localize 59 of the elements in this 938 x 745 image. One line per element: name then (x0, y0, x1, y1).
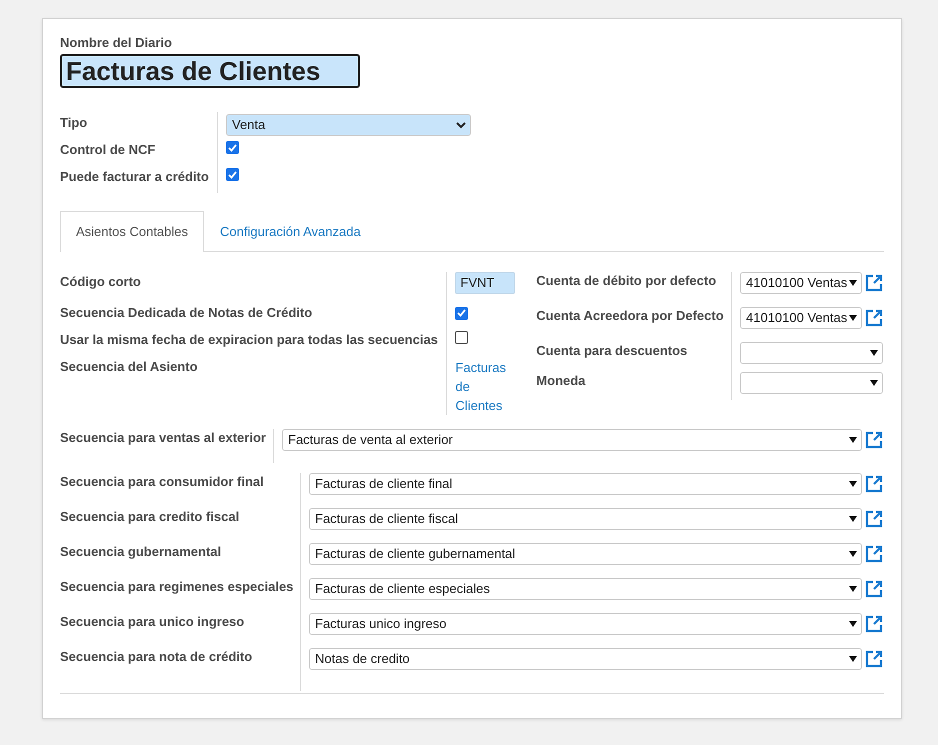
dropdown[interactable]: Notas de credito (309, 648, 862, 670)
field-label: Secuencia del Asiento (60, 358, 199, 376)
external-link-icon[interactable] (864, 544, 884, 564)
tab[interactable]: Configuración Avanzada (204, 211, 377, 252)
field-label: Puede facturar a crédito (60, 168, 210, 186)
dropdown[interactable]: Facturas unico ingreso (309, 613, 862, 635)
field-label: Secuencia gubernamental (60, 543, 222, 561)
name-field[interactable]: Facturas de Clientes (60, 54, 360, 88)
caret-icon (849, 586, 857, 592)
field-label: Nombre del Diario (60, 35, 173, 51)
caret-icon (849, 481, 857, 487)
checkbox[interactable] (226, 168, 239, 181)
code-field[interactable]: FVNT (455, 272, 516, 294)
field-label: Secuencia para regimenes especiales (60, 578, 294, 596)
field-label: Secuencia para nota de crédito (60, 648, 254, 666)
dropdown[interactable]: Facturas de cliente fiscal (309, 508, 862, 530)
dropdown[interactable]: Facturas de cliente final (309, 473, 862, 495)
caret-icon (849, 516, 857, 522)
chevron-icon (456, 122, 466, 128)
dropdown[interactable]: 41010100 Ventas (740, 307, 862, 329)
caret-icon (849, 315, 857, 321)
external-link-icon[interactable] (864, 474, 884, 494)
dropdown[interactable]: Facturas de cliente especiales (309, 578, 862, 600)
field-label: Moneda (536, 372, 586, 390)
caret-icon (849, 437, 857, 443)
sequence-link[interactable]: Facturas de Clientes (455, 358, 516, 415)
field-label: Secuencia para ventas al exterior (60, 429, 267, 447)
field-label: Cuenta para descuentos (536, 342, 688, 360)
external-link-icon[interactable] (864, 509, 884, 529)
dropdown[interactable]: Facturas de venta al exterior (282, 429, 862, 451)
checkbox[interactable] (455, 331, 468, 344)
dropdown[interactable]: Venta (226, 114, 471, 136)
external-link-icon[interactable] (864, 614, 884, 634)
field-label: Usar la misma fecha de expiracion para todas las secuencias (60, 331, 439, 349)
external-link-icon[interactable] (864, 273, 884, 293)
external-link-icon[interactable] (864, 308, 884, 328)
field-label: Control de NCF (60, 141, 156, 159)
field-label: Cuenta Acreedora por Defecto (536, 307, 725, 325)
external-link-icon[interactable] (864, 579, 884, 599)
caret-icon (849, 656, 857, 662)
field-label: Cuenta de débito por defecto (536, 272, 718, 290)
dropdown[interactable]: Facturas de cliente gubernamental (309, 543, 862, 565)
checkbox[interactable] (455, 306, 468, 320)
checkbox[interactable] (226, 141, 239, 154)
field-label: Secuencia Dedicada de Notas de Crédito (60, 304, 314, 322)
caret-icon (849, 551, 857, 557)
caret-icon (849, 621, 857, 627)
caret-icon (870, 350, 878, 356)
caret-icon (849, 280, 857, 286)
external-link-icon[interactable] (864, 649, 884, 669)
tab[interactable]: Asientos Contables (60, 211, 204, 252)
external-link-icon[interactable] (864, 430, 884, 450)
field-label: Secuencia para credito fiscal (60, 508, 240, 526)
field-label: Tipo (60, 114, 88, 132)
field-label: Código corto (60, 273, 142, 291)
dropdown[interactable]: 41010100 Ventas (740, 272, 862, 294)
caret-icon (870, 380, 878, 386)
field-label: Secuencia para consumidor final (60, 473, 265, 491)
field-label: Secuencia para unico ingreso (60, 613, 246, 631)
